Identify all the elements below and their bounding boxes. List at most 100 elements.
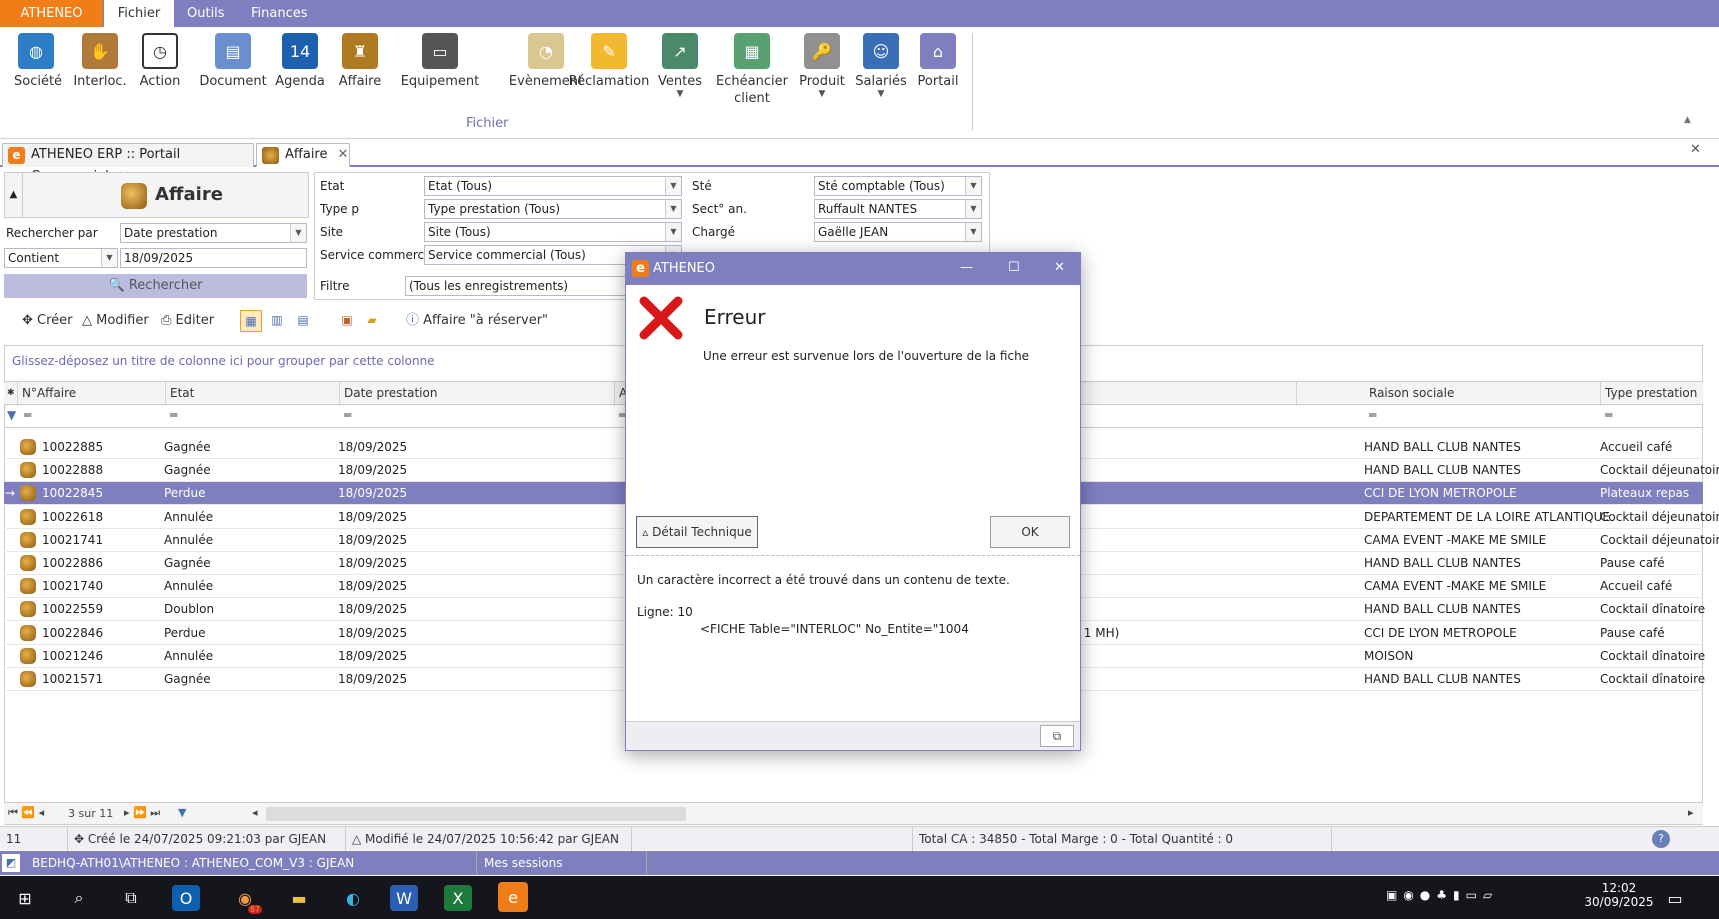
ribbon-button-label: Interloc. — [73, 74, 127, 89]
list-view-icon[interactable]: ▦ — [240, 310, 262, 332]
close-tab-icon[interactable]: ✕ — [338, 147, 349, 162]
scroll-right-icon[interactable]: ▸ — [1688, 806, 1694, 819]
copy-icon[interactable]: ⧉ — [1040, 725, 1074, 747]
ste-select[interactable]: Sté comptable (Tous) ▼ — [814, 176, 982, 196]
charge-select[interactable]: Gaëlle JEAN ▼ — [814, 222, 982, 242]
col-date-prestation[interactable]: Date prestation — [340, 382, 615, 406]
search-by-select[interactable]: Date prestation ▼ — [120, 223, 307, 243]
card-view-icon[interactable]: ▥ — [266, 310, 288, 332]
ribbon-button-affaire[interactable]: ♜ Affaire — [334, 33, 386, 90]
ribbon-button-societe[interactable]: ◍ Société — [14, 33, 62, 90]
word-icon[interactable]: W — [390, 885, 418, 911]
last-page-icon[interactable]: ▸ ⏩ ⏭ — [124, 806, 160, 820]
col-raison-sociale[interactable]: Raison sociale — [1365, 382, 1601, 406]
ribbon-button-portail[interactable]: ⌂ Portail — [914, 33, 962, 90]
ribbon-button-reclamation[interactable]: ✎ Réclamation — [566, 33, 652, 90]
calendar-icon: 14 — [282, 33, 318, 69]
filter-icon: ▼ — [7, 408, 17, 422]
ribbon-button-equipement[interactable]: ▭ Equipement — [394, 33, 486, 90]
tab-fichier[interactable]: Fichier — [104, 0, 174, 27]
filter-cell[interactable]: ═ — [1369, 408, 1376, 422]
edge-icon[interactable]: ◐ — [336, 882, 370, 914]
ok-button[interactable]: OK — [990, 516, 1070, 548]
scroll-left-icon[interactable]: ◂ — [252, 806, 258, 819]
col-type-prestation[interactable]: Type prestation — [1601, 382, 1703, 406]
collapse-ribbon-icon[interactable]: ▲ — [1684, 115, 1691, 125]
filter-cell[interactable]: ═ — [24, 408, 31, 422]
ribbon-button-salaries[interactable]: ☺ Salariés ▼ — [852, 33, 910, 99]
tab-outils[interactable]: Outils — [174, 0, 238, 27]
clock[interactable]: 12:02 30/09/2025 — [1584, 881, 1654, 909]
cell-etat: Gagnée — [164, 556, 211, 570]
session-icon[interactable]: ◩ — [2, 854, 20, 872]
close-icon[interactable]: ✕ — [1054, 260, 1065, 275]
minimize-icon[interactable]: — — [960, 260, 973, 275]
ribbon-button-agenda[interactable]: 14 Agenda — [272, 33, 328, 90]
modify-button[interactable]: △ Modifier — [82, 311, 149, 331]
ribbon-button-produit[interactable]: 🔑 Produit ▼ — [792, 33, 852, 99]
atheneo-icon[interactable]: e — [498, 882, 528, 912]
task-view-icon[interactable]: ⧉ — [114, 882, 148, 914]
col-num-affaire[interactable]: N°Affaire — [18, 382, 166, 406]
filter-cell[interactable]: ═ — [1605, 408, 1612, 422]
my-sessions[interactable]: Mes sessions — [484, 856, 562, 870]
horizontal-scrollbar[interactable] — [266, 807, 686, 821]
search-icon[interactable]: ⌕ — [62, 882, 96, 914]
type-select[interactable]: Type prestation (Tous) ▼ — [424, 199, 682, 219]
export-icon[interactable]: ▣ — [336, 310, 358, 332]
etat-select[interactable]: Etat (Tous) ▼ — [424, 176, 682, 196]
ribbon-button-document[interactable]: ▤ Document — [196, 33, 270, 90]
first-page-icon[interactable]: ⏮ ⏪ ◂ — [8, 806, 44, 820]
cell-date: 18/09/2025 — [338, 463, 408, 478]
ribbon-button-action[interactable]: ◷ Action — [133, 33, 187, 90]
technical-detail-button[interactable]: ▵ Détail Technique — [636, 516, 758, 548]
site-select[interactable]: Site (Tous) ▼ — [424, 222, 682, 242]
tab-finances[interactable]: Finances — [238, 0, 321, 27]
search-button[interactable]: 🔍 Rechercher — [4, 274, 307, 298]
collapse-panel-icon[interactable]: ▲ — [5, 173, 23, 217]
excel-icon[interactable]: X — [444, 885, 472, 911]
session-bar: ◩ BEDHQ-ATH01\ATHENEO : ATHENEO_COM_V3 :… — [0, 851, 1719, 875]
cell-raison: MOISON — [1364, 648, 1414, 663]
sect-select[interactable]: Ruffault NANTES ▼ — [814, 199, 982, 219]
windows-start-icon[interactable]: ⊞ — [8, 882, 42, 914]
ribbon-button-interloc[interactable]: ✋ Interloc. — [72, 33, 128, 90]
chrome-icon[interactable]: ◉ 87 — [228, 882, 262, 914]
cell-raison: HAND BALL CLUB NANTES — [1364, 556, 1521, 570]
system-tray-icons[interactable]: ▣◉●♣▮▭▱ — [1386, 888, 1498, 902]
close-all-icon[interactable]: ✕ — [1690, 142, 1701, 157]
operator-select[interactable]: Contient ▼ — [4, 248, 118, 268]
select-value: Service commercial (Tous) — [428, 248, 586, 262]
maximize-icon[interactable]: ☐ — [1008, 260, 1020, 275]
file-explorer-icon[interactable]: ▬ — [282, 882, 316, 914]
filter-icon[interactable]: ▼ — [178, 806, 186, 819]
create-button[interactable]: ✥ Créer — [22, 311, 73, 331]
outlook-icon[interactable]: O — [172, 885, 200, 911]
app-menu-tab[interactable]: ATHENEO — [0, 0, 103, 27]
ste-label: Sté — [692, 179, 712, 193]
ribbon-button-label: Réclamation — [568, 74, 650, 89]
chevron-down-icon: ▼ — [665, 177, 681, 195]
col-etat[interactable]: Etat — [166, 382, 340, 406]
edit-button[interactable]: ⎙ Editer — [161, 311, 214, 331]
cell-date: 18/09/2025 — [338, 486, 408, 501]
filter-cell[interactable]: ═ — [344, 408, 351, 422]
notifications-icon[interactable]: ▭ — [1658, 882, 1692, 914]
select-value: Gaëlle JEAN — [818, 225, 889, 239]
chevron-down-icon: ▼ — [101, 249, 117, 267]
ribbon-button-echeancier[interactable]: ▦ Echéancier client — [710, 33, 794, 107]
tab-affaire[interactable]: Affaire ✕ — [256, 143, 350, 167]
tab-portail-commercial[interactable]: e ATHENEO ERP :: Portail Commercial✕ — [2, 143, 254, 184]
folder-icon[interactable]: ▰ — [361, 310, 383, 332]
money-bag-icon — [20, 624, 36, 641]
filter-cell[interactable]: ═ — [170, 408, 177, 422]
help-icon[interactable]: ? — [1652, 830, 1670, 848]
cell-raison: HAND BALL CLUB NANTES — [1364, 602, 1521, 617]
grid-view-icon[interactable]: ▤ — [292, 310, 314, 332]
search-value-input[interactable]: 18/09/2025 — [120, 248, 307, 268]
ribbon-button-ventes[interactable]: ↗ Ventes ▼ — [654, 33, 706, 99]
cell-num: 10022846 — [42, 625, 104, 640]
filtre-select[interactable]: (Tous les enregistrements) — [405, 276, 655, 296]
reserve-button[interactable]: ⓘ Affaire "à réserver" — [406, 311, 548, 331]
cell-num: 10022886 — [42, 556, 104, 570]
